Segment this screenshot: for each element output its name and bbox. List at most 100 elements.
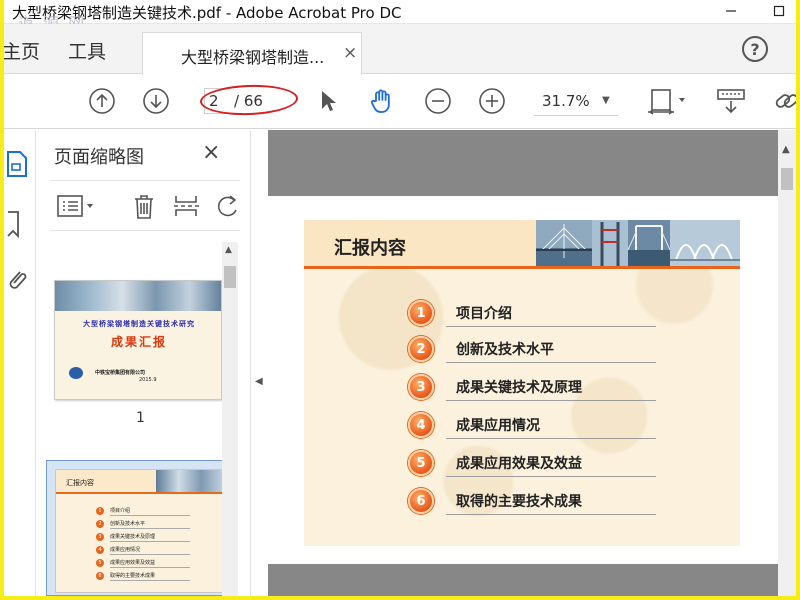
bridge-photos [536,220,740,266]
agenda-text: 成果关键技术及原理 [456,380,582,396]
next-page-button[interactable] [142,87,170,115]
help-icon[interactable]: ? [742,36,768,62]
agenda-number: 3 [408,374,434,400]
document-scrollbar[interactable]: ▲ [778,130,796,596]
trash-icon[interactable] [130,192,158,220]
zoom-underline [534,115,618,116]
fit-page-button[interactable] [646,87,686,115]
agenda-item: 3 成果关键技术及原理 [408,372,668,402]
agenda-underline [446,438,656,439]
insert-page-icon[interactable] [172,192,200,220]
collapse-left-icon[interactable]: ◀ [255,376,263,387]
agenda-text: 成果应用情况 [456,418,540,434]
zoom-out-button[interactable] [424,87,452,115]
panel-collapse-bar[interactable]: ◀ [250,130,268,596]
toolbar: 2 / 66 31.7% ▼ [4,75,796,129]
slide-header: 汇报内容 [304,220,740,266]
acrobat-window: 大型桥梁钢塔制造关键技术.pdf - Adobe Acrobat Pro DC … [4,0,796,596]
maximize-icon [773,5,785,17]
thumbnail-header: 汇报内容 [56,470,222,494]
company-logo [69,367,83,379]
options-menu-icon[interactable] [56,194,96,220]
left-rail [4,130,36,596]
agenda-item: 4 成果应用情况 [408,410,668,440]
zoom-dropdown-icon[interactable]: ▼ [602,95,610,106]
bookmark-icon [7,211,19,239]
thumbnail-item: 5 成果应用效果及效益 [96,558,206,568]
agenda-number: 5 [408,450,434,476]
thumbnail-page-number: 1 [136,410,145,426]
link-icon [775,94,796,108]
bridge-photos [55,281,221,311]
minimize-icon [726,10,736,12]
cursor-arrow-icon [322,91,336,111]
zoom-level[interactable]: 31.7% [542,92,590,110]
thumbnail-subtitle: 大型桥梁钢塔制造关键技术研究 [83,320,195,328]
page-thumbnails-rail-button[interactable] [6,150,30,178]
document-view[interactable]: 汇报内容 1 项目介绍 2 创新及技术水平 3 成果关键技术及原理 4 成果应用… [268,130,778,596]
agenda-number: 2 [408,336,434,362]
bookmarks-rail-button[interactable] [6,210,30,239]
thumbnail-title: 成果汇报 [110,335,167,349]
header-underline [304,266,740,269]
thumbnail-page-2-selected[interactable]: 汇报内容 1 项目介绍 2 创新及技术水平 3 成果关键技术及原理 4 成果应用情况 5… [46,460,226,596]
thumbnails-scrollbar[interactable]: ▲ [222,242,238,596]
select-tool-button[interactable] [314,87,342,115]
scroll-mode-button[interactable] [716,87,746,115]
thumbnail-company: 中铁宝桥集团有限公司 [95,370,146,376]
pdf-page: 汇报内容 1 项目介绍 2 创新及技术水平 3 成果关键技术及原理 4 成果应用… [268,196,778,564]
divider [50,180,240,181]
minus-circle-icon [425,88,451,114]
tab-close-button[interactable]: × [343,43,357,63]
thumbnails-panel-title: 页面缩略图 [54,147,144,168]
thumbnail-page-2: 汇报内容 1 项目介绍 2 创新及技术水平 3 成果关键技术及原理 4 成果应用情况 5… [55,469,223,593]
thumbnail-item: 6 取得的主要技术成果 [96,571,206,581]
agenda-text: 创新及技术水平 [456,342,554,358]
share-link-button[interactable] [772,87,796,115]
minimize-button[interactable] [716,0,746,22]
thumbnail-tools [54,192,244,222]
agenda-underline [446,400,656,401]
hand-icon [370,89,390,113]
thumbnail-page-1[interactable]: 大型桥梁钢塔制造关键技术研究 成果汇报 中铁宝桥集团有限公司 2015.9 [54,280,222,400]
divider [50,230,240,231]
zoom-in-button[interactable] [478,87,506,115]
page-thumbnails-icon [7,151,27,177]
agenda-item: 1 项目介绍 [408,298,668,328]
thumbnail-item: 3 成果关键技术及原理 [96,532,206,542]
agenda-number: 4 [408,412,434,438]
scrollbar-thumb[interactable] [781,168,793,190]
tab-home[interactable]: 主页 [4,37,40,64]
thumbnails-panel: 页面缩略图 × 大型桥梁钢塔制造关键技术研究 成果汇报 中铁宝桥集团有限公司 2… [36,130,250,596]
tab-document[interactable]: 大型桥梁钢塔制造... × [142,32,362,75]
hand-tool-button[interactable] [368,87,396,115]
close-panel-button[interactable]: × [202,140,220,165]
tabs-bar: 主页 工具 大型桥梁钢塔制造... × ? [4,24,796,75]
thumbnail-item: 2 创新及技术水平 [96,519,206,529]
agenda-text: 取得的主要技术成果 [456,494,582,510]
agenda-underline [446,476,656,477]
agenda-text: 成果应用效果及效益 [456,456,582,472]
bridge-photos [156,470,222,492]
rotate-icon[interactable] [214,192,242,220]
scroll-up-icon[interactable]: ▲ [782,144,790,155]
previous-page-button[interactable] [88,87,116,115]
arrow-down-circle-icon [143,88,169,114]
agenda-item: 2 创新及技术水平 [408,334,668,364]
attachments-rail-button[interactable] [6,266,30,294]
thumbnail-item: 4 成果应用情况 [96,545,206,555]
maximize-button[interactable] [764,0,794,22]
arrow-up-circle-icon [89,88,115,114]
keyboard-scroll-icon [717,89,745,114]
fit-page-icon [648,89,685,115]
agenda-underline [446,362,656,363]
tab-tools[interactable]: 工具 [68,37,106,64]
plus-circle-icon [479,88,505,114]
agenda-text: 项目介绍 [456,306,512,322]
bridge-photo-strip [536,220,740,266]
title-bar: 大型桥梁钢塔制造关键技术.pdf - Adobe Acrobat Pro DC … [4,0,796,33]
scroll-up-icon[interactable]: ▲ [225,245,232,255]
thumbnail-title: 汇报内容 [66,479,94,487]
scrollbar-thumb[interactable] [224,266,236,288]
tab-document-label: 大型桥梁钢塔制造... [181,48,325,67]
